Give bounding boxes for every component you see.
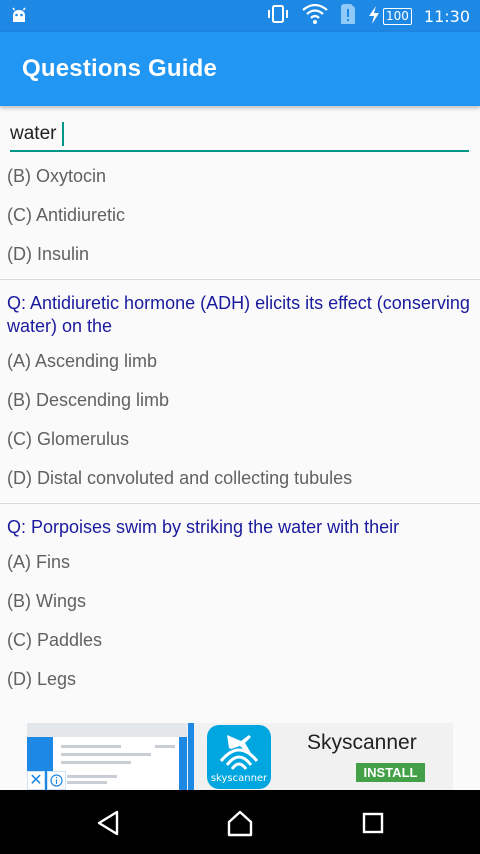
charging-icon (368, 5, 380, 27)
search-field[interactable] (10, 118, 469, 152)
android-icon (10, 7, 28, 30)
status-bar: 100 11:30 (0, 0, 480, 32)
ad-info-icon[interactable] (47, 771, 66, 790)
answer-option: (D) Legs (7, 669, 77, 689)
answer-option: (A) Fins (7, 552, 70, 572)
install-button[interactable]: INSTALL (356, 763, 425, 782)
answer-option: (B) Oxytocin (7, 166, 107, 186)
navigation-bar (0, 790, 480, 854)
ad-brand-name: Skyscanner (307, 731, 417, 754)
back-button[interactable] (92, 807, 124, 839)
answer-option: (C) Paddles (7, 630, 103, 650)
ad-banner[interactable]: ✕ skyscanner Skyscanner INSTALL (27, 723, 453, 790)
answer-option: (C) Glomerulus (7, 429, 130, 449)
search-input[interactable] (10, 120, 469, 148)
battery-level: 100 (382, 7, 412, 25)
answer-option: (C) Antidiuretic (7, 205, 126, 225)
list-divider (0, 279, 480, 280)
clock: 11:30 (423, 6, 470, 26)
list-divider (0, 503, 480, 504)
sim-alert-icon (340, 3, 356, 30)
vibrate-icon (266, 4, 290, 29)
recents-button[interactable] (357, 807, 389, 839)
question-list[interactable]: (B) Oxytocin (C) Antidiuretic (D) Insulin Q… (0, 157, 480, 699)
home-icon (227, 810, 253, 837)
answer-option: (B) Wings (7, 591, 87, 611)
wifi-icon (302, 3, 328, 30)
back-icon (97, 810, 119, 836)
answer-option: (D) Distal convoluted and collecting tub… (7, 468, 353, 488)
answer-option: (D) Insulin (7, 244, 90, 264)
answer-option: (A) Ascending limb (7, 351, 158, 371)
question-text: Q: Antidiuretic hormone (ADH) elicits it… (7, 293, 470, 336)
recents-icon (362, 812, 384, 834)
text-cursor (62, 122, 64, 146)
home-button[interactable] (224, 807, 256, 839)
app-bar: Questions Guide (0, 32, 480, 106)
skyscanner-logo[interactable]: skyscanner (207, 725, 271, 789)
page-title: Questions Guide (22, 55, 218, 82)
ad-logo-label: skyscanner (210, 773, 268, 784)
answer-option: (B) Descending limb (7, 390, 170, 410)
ad-close-button[interactable]: ✕ (27, 771, 45, 790)
question-text: Q: Porpoises swim by striking the water … (7, 517, 400, 537)
